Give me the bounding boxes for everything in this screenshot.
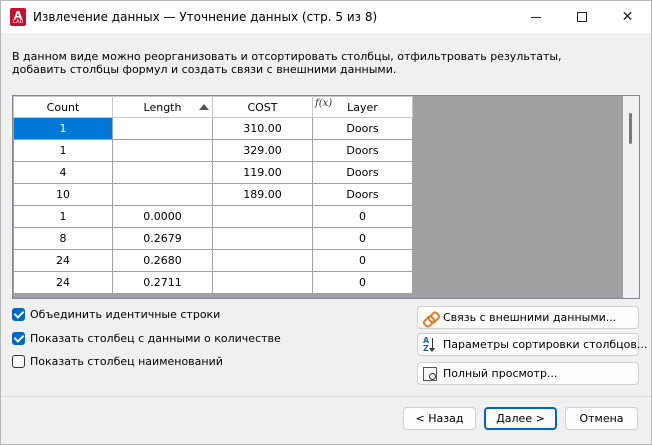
table-cell[interactable]: 189.00 xyxy=(212,183,313,206)
table-cell[interactable]: 0 xyxy=(312,227,413,250)
full-preview-label: Полный просмотр... xyxy=(443,367,558,380)
table-cell[interactable]: 310.00 xyxy=(212,117,313,140)
table-cell[interactable]: 1 xyxy=(13,139,113,162)
table-cell[interactable]: 0.2679 xyxy=(112,227,213,250)
table-cell[interactable]: 24 xyxy=(13,249,113,272)
link-external-data-button[interactable]: Связь с внешними данными... xyxy=(417,306,639,329)
column-header-layer[interactable]: f(x) Layer xyxy=(312,96,413,118)
cancel-label: Отмена xyxy=(579,412,624,425)
cancel-button[interactable]: Отмена xyxy=(565,407,638,430)
title-bar[interactable]: A CAD Извлечение данных — Уточнение данн… xyxy=(1,1,651,33)
grid-empty-area xyxy=(412,96,624,298)
table-cell[interactable]: 4 xyxy=(13,161,113,184)
column-header-label: Count xyxy=(46,100,80,114)
scrollbar-thumb[interactable] xyxy=(629,113,632,144)
full-preview-button[interactable]: Полный просмотр... xyxy=(417,362,639,385)
app-icon-sub: CAD xyxy=(12,19,24,25)
column-header-count[interactable]: Count xyxy=(13,96,113,118)
data-extraction-dialog: A CAD Извлечение данных — Уточнение данн… xyxy=(0,0,652,445)
show-count-checkbox[interactable] xyxy=(12,331,25,345)
grid-header-row: Count Length COST f(x) Layer xyxy=(13,96,413,118)
preview-icon xyxy=(421,365,439,383)
show-name-label: Показать столбец наименований xyxy=(30,354,223,368)
table-row[interactable]: 10 189.00 Doors xyxy=(13,183,413,206)
table-cell[interactable]: 0 xyxy=(312,205,413,228)
table-cell[interactable]: 119.00 xyxy=(212,161,313,184)
table-cell[interactable] xyxy=(212,227,313,250)
back-button[interactable]: < Назад xyxy=(403,407,476,430)
close-icon: ✕ xyxy=(621,9,634,25)
table-cell[interactable] xyxy=(212,205,313,228)
table-cell[interactable]: Doors xyxy=(312,183,413,206)
table-cell[interactable] xyxy=(112,117,213,140)
sort-ascending-icon xyxy=(199,104,209,110)
combine-identical-checkbox[interactable] xyxy=(12,307,25,321)
show-name-option[interactable]: Показать столбец наименований xyxy=(12,353,223,369)
table-row[interactable]: 8 0.2679 0 xyxy=(13,227,413,250)
combine-identical-option[interactable]: Объединить идентичные строки xyxy=(12,306,220,322)
link-icon xyxy=(421,309,439,327)
table-cell[interactable] xyxy=(212,249,313,272)
table-cell[interactable]: 8 xyxy=(13,227,113,250)
next-label: Далее > xyxy=(496,412,545,425)
grid-body: 1 310.00 Doors 1 329.00 Doors 4 119.00 Doors 10 18… xyxy=(13,117,413,294)
sort-columns-label: Параметры сортировки столбцов... xyxy=(443,338,648,351)
next-button[interactable]: Далее > xyxy=(484,407,557,430)
column-header-label: Length xyxy=(143,100,182,114)
table-cell[interactable]: Doors xyxy=(312,161,413,184)
grid-vertical-scrollbar[interactable] xyxy=(623,96,639,298)
combine-identical-label: Объединить идентичные строки xyxy=(30,307,221,321)
data-table: Count Length COST f(x) Layer 1 310.00 Doors… xyxy=(13,96,413,294)
table-cell[interactable]: 329.00 xyxy=(212,139,313,162)
page-description: В данном виде можно реорганизовать и отс… xyxy=(12,50,632,76)
table-cell[interactable] xyxy=(212,271,313,294)
column-header-label: COST xyxy=(247,100,278,114)
table-cell[interactable]: 10 xyxy=(13,183,113,206)
table-cell[interactable]: 24 xyxy=(13,271,113,294)
column-header-label: Layer xyxy=(347,100,378,114)
table-row[interactable]: 1 0.0000 0 xyxy=(13,205,413,228)
table-cell[interactable]: 0 xyxy=(312,249,413,272)
table-row[interactable]: 4 119.00 Doors xyxy=(13,161,413,184)
minimize-icon xyxy=(530,16,541,18)
table-cell[interactable]: 0.2711 xyxy=(112,271,213,294)
show-count-option[interactable]: Показать столбец с данными о количестве xyxy=(12,330,281,346)
show-name-checkbox[interactable] xyxy=(12,354,25,368)
table-row[interactable]: 24 0.2680 0 xyxy=(13,249,413,272)
window-title: Извлечение данных — Уточнение данных (ст… xyxy=(33,10,378,24)
sort-az-icon: AZ xyxy=(421,336,439,354)
table-cell[interactable]: Doors xyxy=(312,117,413,140)
table-cell[interactable]: 0.2680 xyxy=(112,249,213,272)
minimize-button[interactable] xyxy=(513,1,558,33)
maximize-button[interactable] xyxy=(559,1,604,33)
table-cell[interactable] xyxy=(112,161,213,184)
column-header-length[interactable]: Length xyxy=(112,96,213,118)
table-cell[interactable]: 1 xyxy=(13,117,113,140)
table-row[interactable]: 1 310.00 Doors xyxy=(13,117,413,140)
formula-icon: f(x) xyxy=(315,98,333,109)
table-cell[interactable]: Doors xyxy=(312,139,413,162)
table-cell[interactable] xyxy=(112,183,213,206)
autocad-app-icon: A CAD xyxy=(10,8,26,26)
close-button[interactable]: ✕ xyxy=(605,1,650,33)
table-row[interactable]: 1 329.00 Doors xyxy=(13,139,413,162)
back-label: < Назад xyxy=(415,412,464,425)
data-grid[interactable]: Count Length COST f(x) Layer 1 310.00 Doors… xyxy=(12,95,640,299)
description-line-1: В данном виде можно реорганизовать и отс… xyxy=(12,50,562,63)
table-cell[interactable]: 0 xyxy=(312,271,413,294)
description-line-2: добавить столбцы формул и создать связи … xyxy=(12,63,397,76)
table-row[interactable]: 24 0.2711 0 xyxy=(13,271,413,294)
sort-columns-button[interactable]: AZ Параметры сортировки столбцов... xyxy=(417,333,647,356)
table-cell[interactable]: 0.0000 xyxy=(112,205,213,228)
show-count-label: Показать столбец с данными о количестве xyxy=(30,331,281,345)
table-cell[interactable]: 1 xyxy=(13,205,113,228)
table-cell[interactable] xyxy=(112,139,213,162)
maximize-icon xyxy=(576,12,587,22)
column-header-cost[interactable]: COST xyxy=(212,96,313,118)
link-external-label: Связь с внешними данными... xyxy=(443,311,617,324)
